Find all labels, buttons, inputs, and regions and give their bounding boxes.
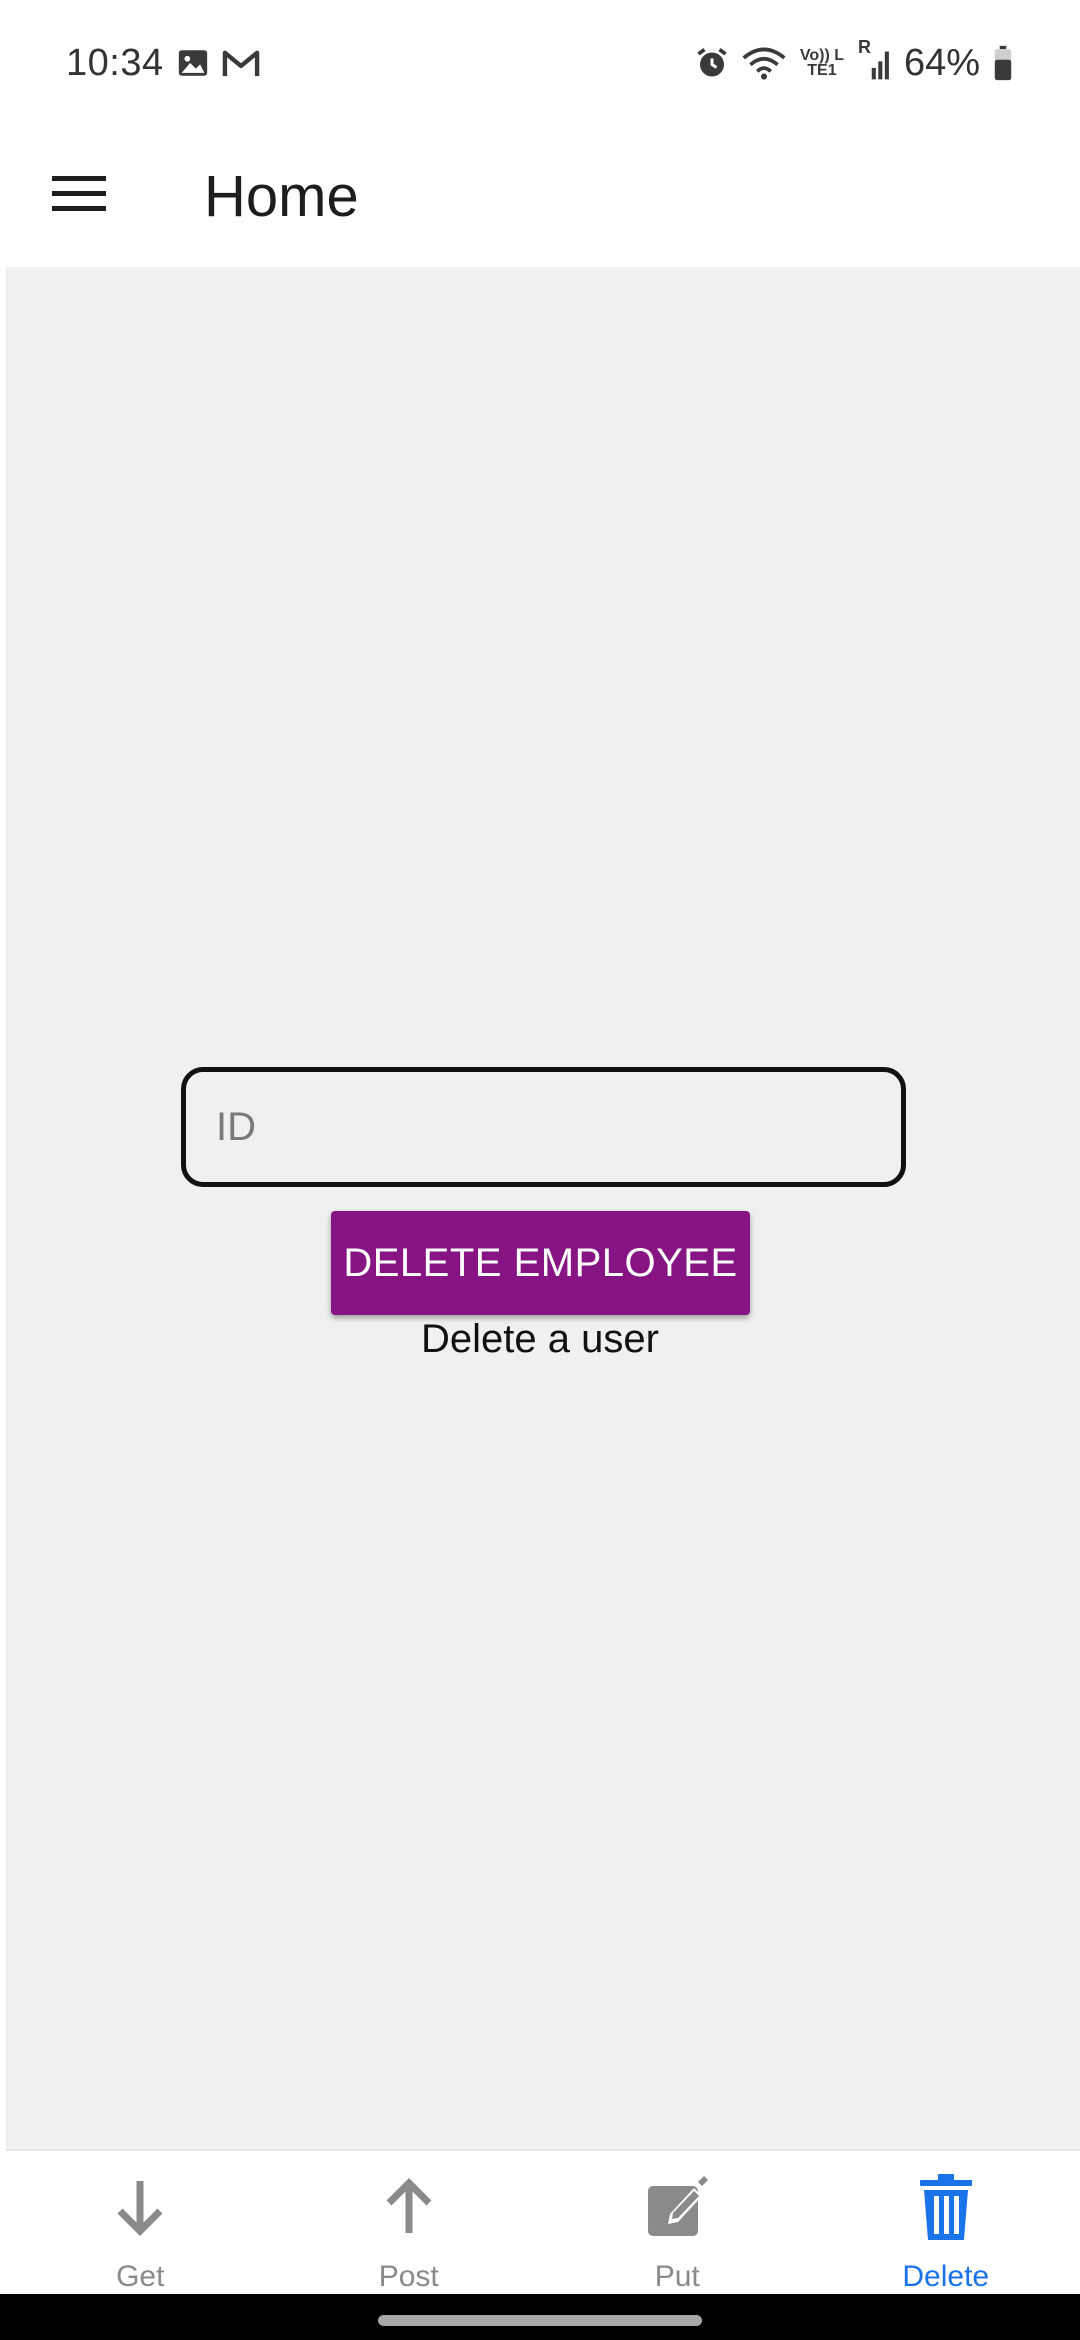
edit-icon [644, 2169, 710, 2244]
system-gesture-bar [0, 2294, 1080, 2340]
volte-label: Vo)) LTE1 [799, 47, 844, 79]
arrow-down-icon [112, 2169, 168, 2244]
delete-caption: Delete a user [421, 1317, 659, 1361]
status-time: 10:34 [66, 41, 164, 84]
gmail-icon [222, 46, 260, 80]
wifi-icon [742, 45, 786, 81]
status-left: 10:34 [66, 42, 260, 85]
arrow-up-icon [381, 2169, 437, 2244]
signal-icon: R [858, 37, 892, 81]
bottom-nav: Get Post Put Delete [6, 2149, 1080, 2294]
network-type-label: Vo)) LTE1 [798, 47, 846, 79]
nav-label-post: Post [378, 2260, 439, 2293]
roaming-label: R [857, 37, 871, 57]
status-bar: 10:34 Vo)) LTE1 R 64% [0, 0, 1080, 126]
nav-item-delete[interactable]: Delete [812, 2151, 1080, 2294]
page-title: Home [204, 164, 359, 229]
home-gesture-handle[interactable] [378, 2315, 702, 2326]
nav-label-get: Get [116, 2260, 165, 2293]
id-input[interactable] [181, 1067, 906, 1187]
menu-button[interactable] [24, 142, 134, 252]
nav-label-put: Put [654, 2260, 700, 2293]
nav-item-put[interactable]: Put [543, 2151, 812, 2294]
delete-employee-button[interactable]: DELETE EMPLOYEE [331, 1211, 750, 1315]
alarm-icon [694, 45, 730, 81]
main-content: DELETE EMPLOYEE Delete a user [6, 267, 1080, 2149]
nav-label-delete: Delete [902, 2260, 990, 2293]
trash-icon [916, 2169, 976, 2244]
hamburger-menu-icon [50, 172, 108, 221]
status-right: Vo)) LTE1 R 64% [694, 37, 1014, 85]
nav-item-post[interactable]: Post [275, 2151, 544, 2294]
gallery-icon [176, 46, 210, 80]
app-screen: 10:34 Vo)) LTE1 R 64% Home ID DELETE EMP… [0, 0, 1080, 2340]
battery-icon [992, 45, 1014, 81]
app-bar: Home [0, 126, 1080, 267]
battery-percent: 64% [903, 41, 980, 84]
nav-item-get[interactable]: Get [6, 2151, 275, 2294]
